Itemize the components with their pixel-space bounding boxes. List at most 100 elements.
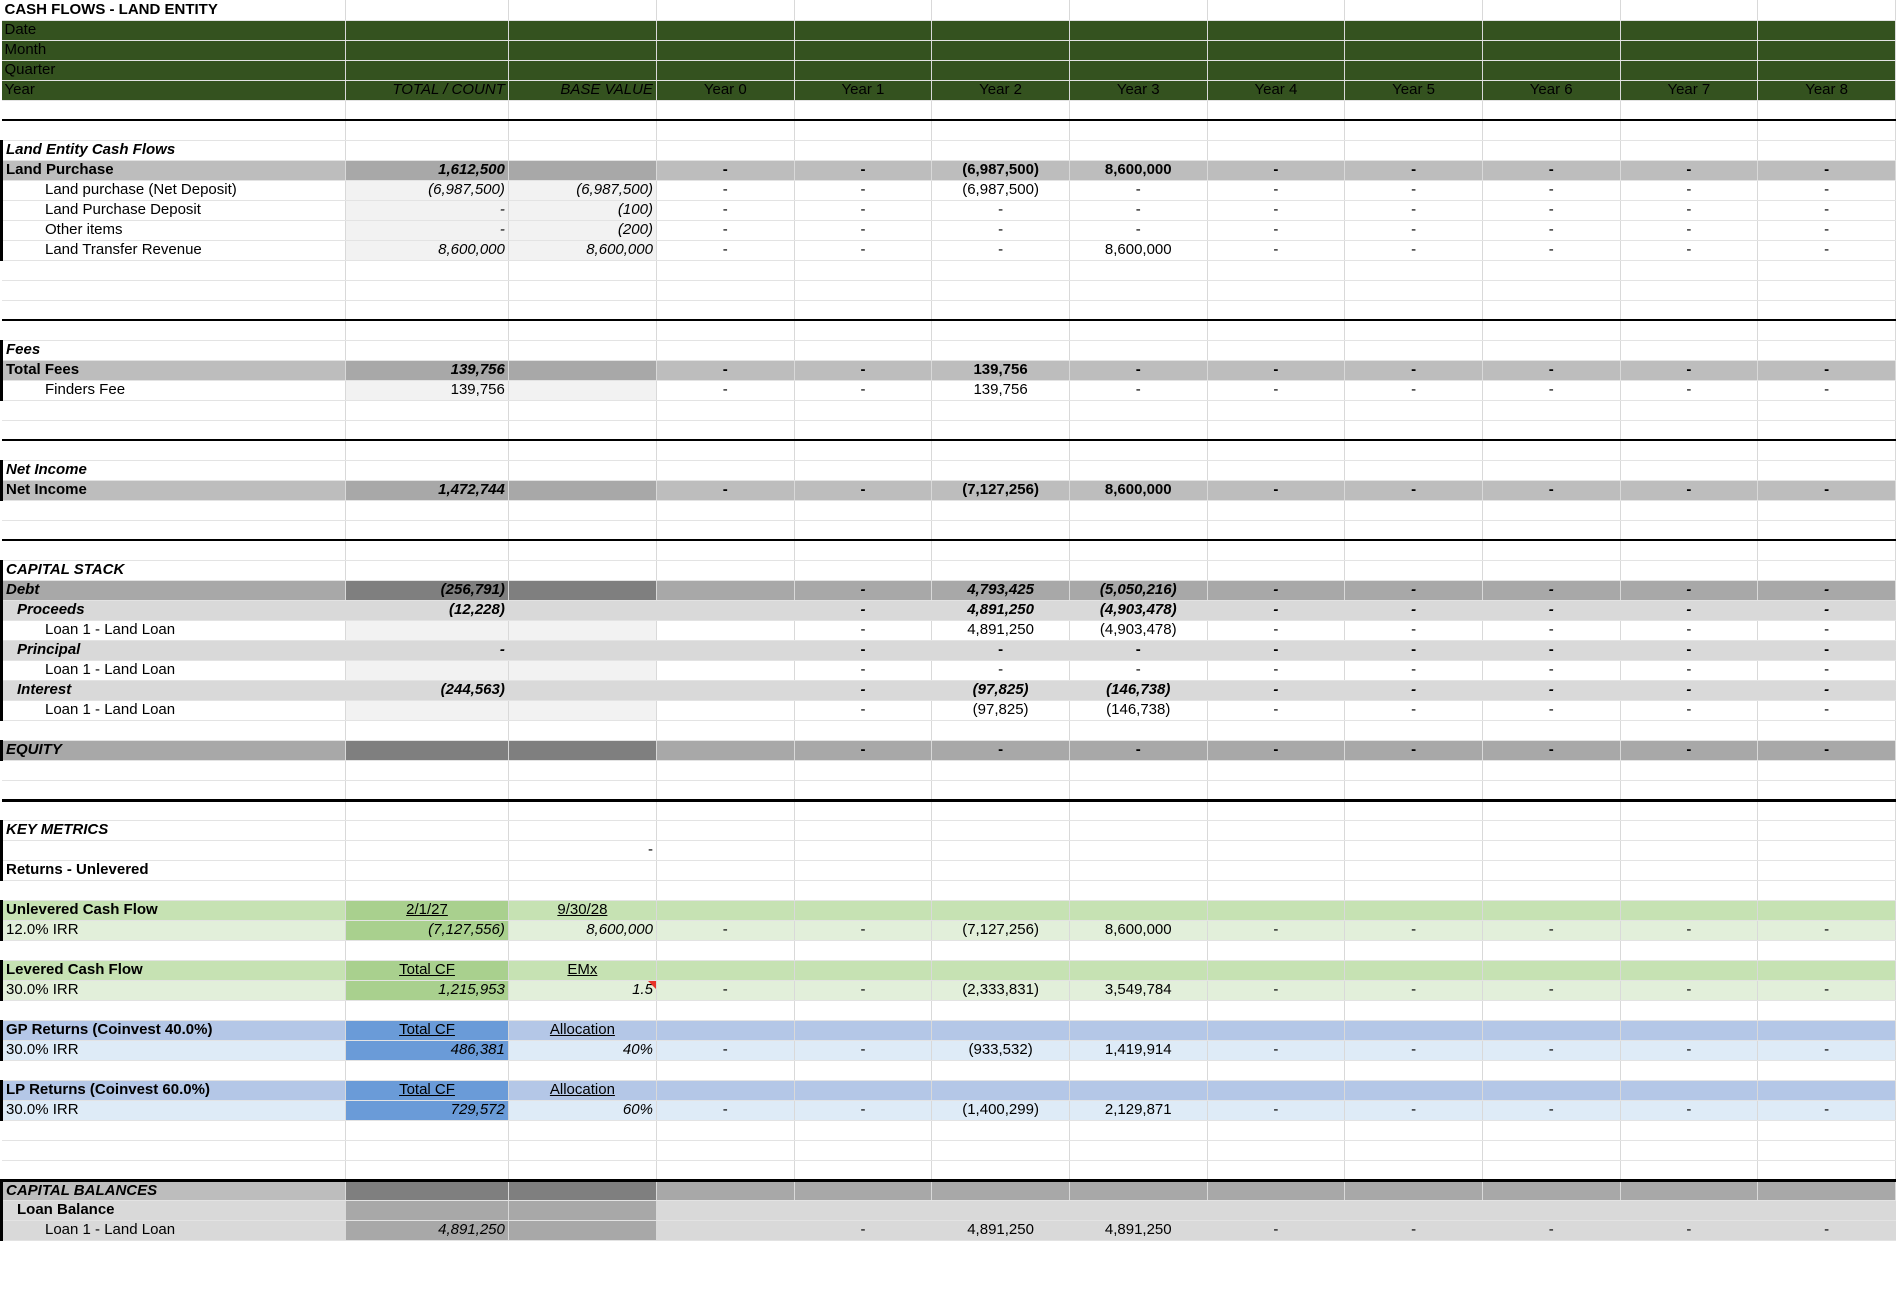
total-cell[interactable] bbox=[345, 520, 509, 541]
year-value-cell[interactable] bbox=[1207, 1160, 1346, 1181]
year-value-cell[interactable] bbox=[1207, 119, 1346, 141]
year-value-cell[interactable] bbox=[1482, 940, 1621, 961]
year-value-cell[interactable] bbox=[1344, 798, 1483, 821]
total-cell[interactable]: - bbox=[345, 200, 509, 221]
year-value-cell[interactable] bbox=[1344, 400, 1483, 421]
year-value-cell[interactable] bbox=[794, 340, 933, 361]
header-cell[interactable] bbox=[1069, 20, 1208, 41]
year-value-cell[interactable] bbox=[1069, 1200, 1208, 1221]
section-title[interactable]: KEY METRICS bbox=[0, 820, 347, 841]
year-value-cell[interactable]: - bbox=[794, 640, 933, 661]
year-value-cell[interactable] bbox=[1207, 520, 1346, 541]
year-value-cell[interactable]: - bbox=[1207, 980, 1346, 1001]
year-value-cell[interactable] bbox=[1069, 300, 1208, 321]
year-value-cell[interactable]: (4,903,478) bbox=[1069, 620, 1208, 641]
total-cell[interactable] bbox=[345, 1160, 509, 1181]
year-value-cell[interactable] bbox=[1069, 1020, 1208, 1041]
year-value-cell[interactable]: - bbox=[1482, 200, 1621, 221]
year-value-cell[interactable]: - bbox=[1207, 480, 1346, 501]
year-value-cell[interactable] bbox=[1207, 420, 1346, 441]
year-value-cell[interactable]: - bbox=[1620, 740, 1759, 761]
label-cell[interactable] bbox=[1, 520, 347, 541]
row-label[interactable]: Other items bbox=[0, 220, 347, 241]
year-value-cell[interactable] bbox=[1620, 400, 1759, 421]
year-value-cell[interactable] bbox=[794, 820, 933, 841]
year-value-cell[interactable] bbox=[1207, 1178, 1346, 1201]
year-value-cell[interactable]: - bbox=[1482, 160, 1621, 181]
year-value-cell[interactable]: - bbox=[1620, 680, 1759, 701]
year-value-cell[interactable]: - bbox=[1757, 700, 1896, 721]
year-value-cell[interactable] bbox=[1207, 1060, 1346, 1081]
year-value-cell[interactable]: - bbox=[1757, 920, 1896, 941]
label-cell[interactable] bbox=[1, 119, 347, 141]
base-cell[interactable] bbox=[508, 480, 657, 501]
base-cell[interactable] bbox=[508, 1140, 657, 1161]
header-cell[interactable] bbox=[1757, 20, 1896, 41]
year-value-cell[interactable] bbox=[1620, 1000, 1759, 1021]
year-value-cell[interactable] bbox=[1207, 1020, 1346, 1041]
cell[interactable] bbox=[345, 860, 509, 881]
year-value-cell[interactable] bbox=[1482, 960, 1621, 981]
year-value-cell[interactable] bbox=[1069, 1080, 1208, 1101]
base-cell[interactable] bbox=[508, 940, 657, 961]
header-cell[interactable] bbox=[656, 20, 795, 41]
year-value-cell[interactable]: - bbox=[931, 740, 1070, 761]
header-year[interactable]: Year 6 bbox=[1482, 80, 1621, 101]
year-value-cell[interactable] bbox=[1757, 820, 1896, 841]
total-cell[interactable] bbox=[345, 620, 509, 641]
year-value-cell[interactable] bbox=[1207, 1080, 1346, 1101]
header-year[interactable]: Year 4 bbox=[1207, 80, 1346, 101]
year-value-cell[interactable] bbox=[1482, 780, 1621, 801]
year-value-cell[interactable] bbox=[1207, 880, 1346, 901]
base-cell[interactable] bbox=[508, 1178, 657, 1201]
year-value-cell[interactable] bbox=[1069, 400, 1208, 421]
year-value-cell[interactable]: - bbox=[1620, 220, 1759, 241]
year-value-cell[interactable] bbox=[1207, 840, 1346, 861]
label-cell[interactable] bbox=[1, 780, 347, 801]
year-value-cell[interactable] bbox=[1069, 900, 1208, 921]
year-value-cell[interactable]: - bbox=[794, 360, 933, 381]
year-value-cell[interactable] bbox=[931, 1060, 1070, 1081]
year-value-cell[interactable] bbox=[1069, 439, 1208, 461]
year-value-cell[interactable] bbox=[1069, 539, 1208, 561]
year-value-cell[interactable] bbox=[656, 439, 795, 461]
year-value-cell[interactable]: - bbox=[656, 920, 795, 941]
year-value-cell[interactable] bbox=[931, 539, 1070, 561]
year-value-cell[interactable]: - bbox=[1620, 480, 1759, 501]
year-value-cell[interactable] bbox=[1069, 460, 1208, 481]
year-value-cell[interactable] bbox=[1482, 539, 1621, 561]
year-value-cell[interactable] bbox=[656, 1160, 795, 1181]
irr-label[interactable]: 30.0% IRR bbox=[0, 1100, 347, 1121]
year-value-cell[interactable]: - bbox=[1344, 980, 1483, 1001]
header-cell[interactable] bbox=[656, 40, 795, 61]
year-value-cell[interactable]: - bbox=[1482, 180, 1621, 201]
header-year[interactable]: Year 8 bbox=[1757, 80, 1896, 101]
cell[interactable] bbox=[345, 0, 509, 21]
metric-header-2[interactable]: EMx bbox=[508, 960, 657, 981]
year-value-cell[interactable] bbox=[931, 1140, 1070, 1161]
year-value-cell[interactable] bbox=[1069, 1000, 1208, 1021]
header-cell[interactable] bbox=[1207, 40, 1346, 61]
year-value-cell[interactable]: - bbox=[1069, 360, 1208, 381]
year-value-cell[interactable] bbox=[931, 1080, 1070, 1101]
year-value-cell[interactable]: - bbox=[1344, 220, 1483, 241]
year-value-cell[interactable] bbox=[1207, 500, 1346, 521]
row-label[interactable]: Loan 1 - Land Loan bbox=[0, 660, 347, 681]
year-value-cell[interactable]: - bbox=[1207, 160, 1346, 181]
year-value-cell[interactable] bbox=[1207, 720, 1346, 741]
year-value-cell[interactable] bbox=[931, 840, 1070, 861]
year-value-cell[interactable]: - bbox=[794, 920, 933, 941]
year-value-cell[interactable] bbox=[794, 1140, 933, 1161]
year-value-cell[interactable] bbox=[656, 960, 795, 981]
total-cell[interactable] bbox=[345, 100, 509, 121]
year-value-cell[interactable] bbox=[931, 319, 1070, 341]
year-value-cell[interactable]: - bbox=[1757, 580, 1896, 601]
year-value-cell[interactable] bbox=[1757, 539, 1896, 561]
year-value-cell[interactable] bbox=[1482, 720, 1621, 741]
year-value-cell[interactable]: - bbox=[1620, 240, 1759, 261]
total-cell[interactable]: - bbox=[345, 640, 509, 661]
year-value-cell[interactable]: (5,050,216) bbox=[1069, 580, 1208, 601]
row-label[interactable]: Net Income bbox=[0, 480, 347, 501]
year-value-cell[interactable]: - bbox=[1344, 480, 1483, 501]
year-value-cell[interactable] bbox=[931, 280, 1070, 301]
